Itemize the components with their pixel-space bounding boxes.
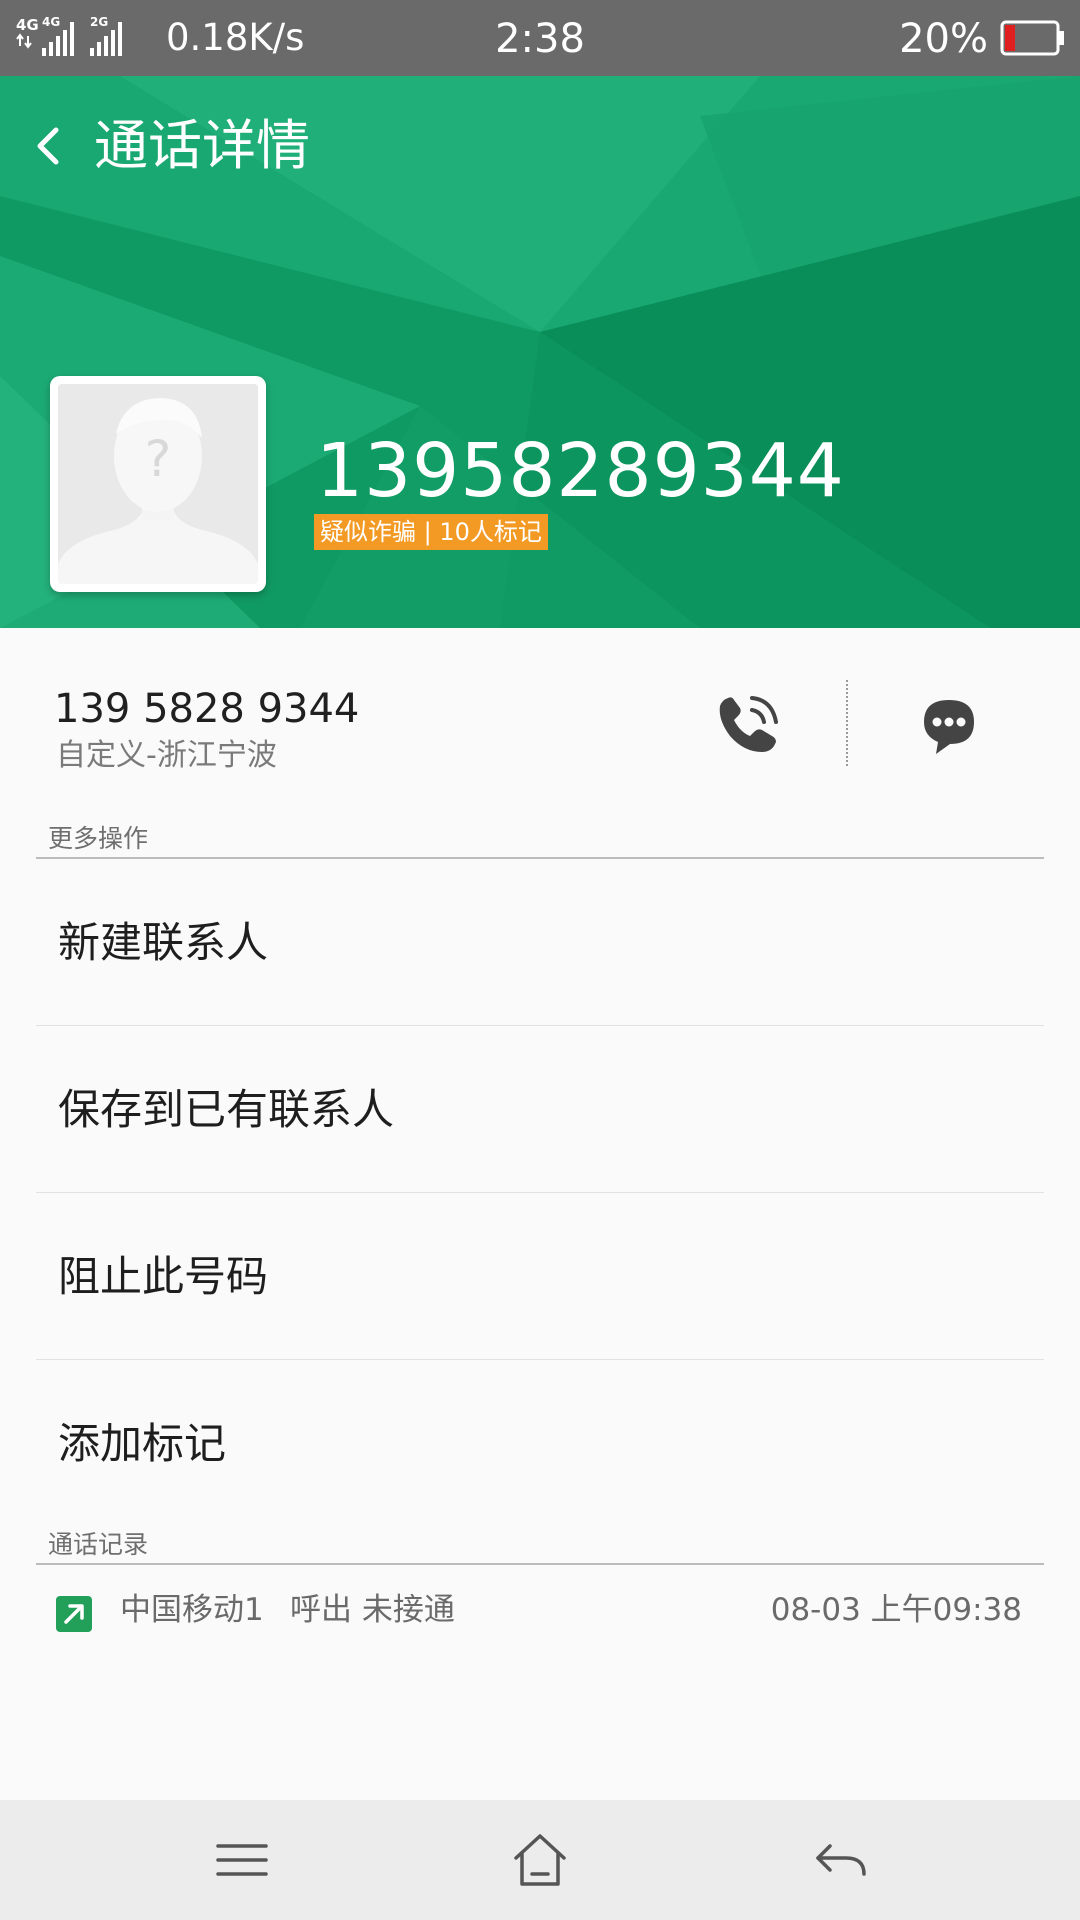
- formatted-phone-number: 139 5828 9344: [54, 686, 360, 732]
- call-status: 呼出 未接通: [290, 1592, 455, 1628]
- avatar[interactable]: ?: [50, 376, 266, 592]
- call-log-label: 通话记录: [48, 1530, 149, 1559]
- call-log-entry[interactable]: 中国移动1 呼出 未接通 08-03 上午09:38: [0, 1568, 1080, 1658]
- phone-call-icon[interactable]: [712, 690, 782, 760]
- navigation-bar: [0, 1800, 1080, 1920]
- battery-icon: [1000, 20, 1064, 56]
- number-row: 139 5828 9344 自定义-浙江宁波: [0, 628, 1080, 808]
- action-divider: [846, 680, 848, 766]
- new-contact-button[interactable]: 新建联系人: [36, 860, 1044, 1026]
- menu-icon[interactable]: [212, 1830, 272, 1890]
- list-divider: [36, 1192, 1044, 1193]
- svg-text:?: ?: [145, 430, 172, 488]
- contact-header: 通话详情 ? 13958289344 疑似诈骗 | 10人标记: [0, 76, 1080, 628]
- outgoing-call-icon: [56, 1596, 92, 1632]
- action-label: 保存到已有联系人: [58, 1085, 395, 1134]
- call-carrier: 中国移动1: [120, 1592, 264, 1628]
- save-to-existing-contact-button[interactable]: 保存到已有联系人: [36, 1027, 1044, 1193]
- action-label: 阻止此号码: [58, 1252, 269, 1301]
- header-phone-number: 13958289344: [316, 428, 845, 514]
- add-tag-button[interactable]: 添加标记: [36, 1361, 1044, 1527]
- battery-percent: 20%: [899, 16, 988, 62]
- call-time: 08-03 上午09:38: [770, 1592, 1022, 1628]
- unknown-person-icon: ?: [58, 384, 258, 584]
- chat-bubble-icon[interactable]: [918, 696, 980, 756]
- action-label: 新建联系人: [58, 918, 269, 967]
- block-number-button[interactable]: 阻止此号码: [36, 1194, 1044, 1360]
- fraud-tag-badge: 疑似诈骗 | 10人标记: [314, 514, 548, 550]
- more-actions-label: 更多操作: [48, 824, 149, 853]
- home-icon[interactable]: [510, 1830, 570, 1890]
- page-title: 通话详情: [94, 114, 310, 177]
- section-divider: [36, 1563, 1044, 1565]
- number-location: 自定义-浙江宁波: [56, 738, 277, 773]
- action-label: 添加标记: [58, 1419, 227, 1468]
- list-divider: [36, 1359, 1044, 1360]
- back-arrow-icon[interactable]: [810, 1830, 870, 1890]
- list-divider: [36, 1025, 1044, 1026]
- status-bar: 4G 4G 2G 0.18K/s 2:38 20%: [0, 0, 1080, 76]
- back-button[interactable]: [20, 106, 76, 186]
- section-divider: [36, 857, 1044, 859]
- avatar-image: ?: [58, 384, 258, 584]
- call-details-screen: 4G 4G 2G 0.18K/s 2:38 20% 通话详情 ? 1395828…: [0, 0, 1080, 1920]
